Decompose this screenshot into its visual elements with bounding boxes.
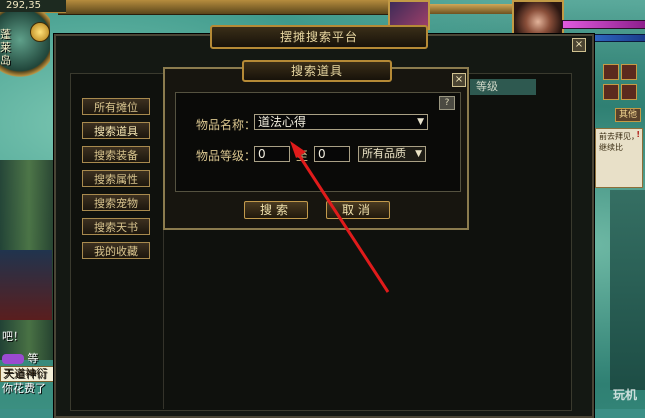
stall-category-nav: 所有摊位 搜索道具 搜索装备 搜索属性 搜索宠物 搜索天书 我的收藏 <box>82 98 150 266</box>
level-min-input[interactable]: 0 <box>254 146 290 162</box>
level-range-separator: 至 <box>296 149 309 163</box>
chat-line: 天道神衍 <box>0 366 54 382</box>
target-frame <box>426 4 512 14</box>
level-max-input[interactable]: 0 <box>314 146 350 162</box>
chevron-down-icon: ▼ <box>417 117 424 127</box>
item-name-select[interactable]: 道法心得 ▼ <box>254 114 428 130</box>
other-button[interactable]: 其他 <box>615 108 641 122</box>
chevron-down-icon: ▼ <box>415 149 422 159</box>
quest-notice-text: 前去拜见，继续比 <box>599 132 639 152</box>
bag-icon[interactable] <box>621 64 637 80</box>
help-button[interactable]: ? <box>439 96 455 110</box>
chat-line-text: 等 <box>27 352 39 365</box>
quality-select[interactable]: 所有品质 ▼ <box>358 146 426 162</box>
minimap-map-name: 蓬莱岛 <box>0 28 11 67</box>
search-form-panel <box>175 92 461 192</box>
nav-my-favorites[interactable]: 我的收藏 <box>82 242 150 259</box>
top-frame-bar <box>58 0 388 15</box>
friend-icon[interactable] <box>621 84 637 100</box>
stall-close-button[interactable]: × <box>572 38 586 52</box>
watermark: 玩机 <box>612 388 637 402</box>
search-dialog-close-button[interactable]: × <box>452 73 466 87</box>
nav-search-attributes[interactable]: 搜索属性 <box>82 170 150 187</box>
quality-value: 所有品质 <box>362 147 406 160</box>
nav-all-stalls[interactable]: 所有摊位 <box>82 98 150 115</box>
chat-panel: 吧！ 等 天道神衍 你花费了 <box>0 330 60 409</box>
search-dialog-title: 搜索道具 <box>242 60 392 82</box>
search-button[interactable]: 搜索 <box>244 201 308 219</box>
item-level-label: 物品等级： <box>196 149 257 163</box>
nav-search-equipment[interactable]: 搜索装备 <box>82 146 150 163</box>
player-hp-bar <box>562 20 645 29</box>
channel-badge <box>2 354 24 364</box>
item-name-value: 道法心得 <box>258 115 307 129</box>
quest-icon[interactable] <box>603 84 619 100</box>
chat-line: 吧！ <box>2 330 24 343</box>
item-name-label: 物品名称： <box>196 118 257 132</box>
island-scenery-right <box>610 190 645 390</box>
event-banner[interactable] <box>0 250 52 320</box>
quest-notice: ! 前去拜见，继续比 <box>595 128 643 188</box>
chat-line: 你花费了 <box>2 382 46 395</box>
close-icon[interactable]: ! <box>636 129 640 140</box>
chat-line: 等 <box>0 352 60 366</box>
nav-search-pets[interactable]: 搜索宠物 <box>82 194 150 211</box>
nav-search-books[interactable]: 搜索天书 <box>82 218 150 235</box>
skill-icon[interactable] <box>603 64 619 80</box>
nav-search-items[interactable]: 搜索道具 <box>82 122 150 139</box>
level-column-header[interactable]: 等级 <box>470 79 536 95</box>
minimap-compass-icon[interactable] <box>30 22 50 42</box>
stall-window-title: 摆摊搜索平台 <box>210 25 428 49</box>
cancel-button[interactable]: 取消 <box>326 201 390 219</box>
